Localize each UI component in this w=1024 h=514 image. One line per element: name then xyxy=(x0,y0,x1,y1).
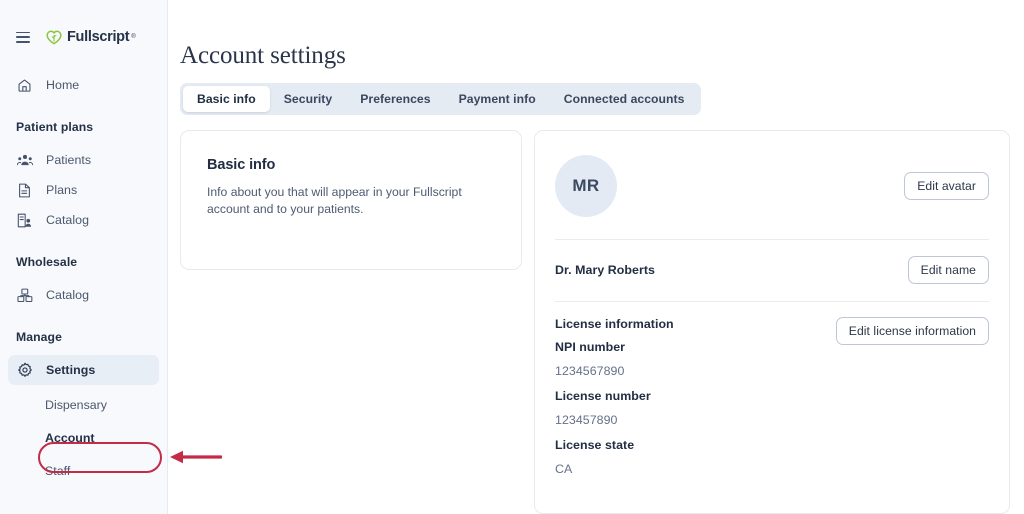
patients-icon xyxy=(16,152,33,169)
sidebar-item-settings[interactable]: Settings xyxy=(8,355,159,385)
edit-avatar-button[interactable]: Edit avatar xyxy=(904,172,989,200)
tab-preferences[interactable]: Preferences xyxy=(346,86,444,112)
sidebar-item-plans-label: Plans xyxy=(46,183,78,197)
brand-trademark: ® xyxy=(131,34,136,40)
sidebar-group-wholesale: Wholesale xyxy=(16,255,78,269)
sidebar-item-catalog-patient-label: Catalog xyxy=(46,213,90,227)
main-content: Account settings Basic info Security Pre… xyxy=(168,0,1024,514)
app-root: Fullscript ® Home Patient plans Patients xyxy=(0,0,1024,514)
sidebar-subitem-staff[interactable]: Staff xyxy=(8,458,159,484)
sidebar-subitem-dispensary-label: Dispensary xyxy=(45,398,107,412)
npi-number-label: NPI number xyxy=(555,340,626,354)
sidebar-item-patients-label: Patients xyxy=(46,153,92,167)
avatar: MR xyxy=(555,155,617,217)
basic-info-description: Info about you that will appear in your … xyxy=(207,185,462,217)
edit-name-button[interactable]: Edit name xyxy=(907,256,989,284)
sidebar-item-plans[interactable]: Plans xyxy=(8,175,159,205)
user-name: Dr. Mary Roberts xyxy=(555,263,655,277)
avatar-row: MR Edit avatar xyxy=(555,131,989,239)
license-information-section: License information NPI number 123456789… xyxy=(555,302,989,476)
license-state-value: CA xyxy=(555,462,573,476)
tab-bar: Basic info Security Preferences Payment … xyxy=(180,83,702,115)
brand[interactable]: Fullscript ® xyxy=(46,29,136,45)
page-title: Account settings xyxy=(180,42,346,69)
fullscript-leaf-logo xyxy=(46,30,62,45)
sidebar-item-home[interactable]: Home xyxy=(8,70,159,100)
tab-security[interactable]: Security xyxy=(270,86,347,112)
sidebar-group-manage: Manage xyxy=(16,330,62,344)
tab-basic-info[interactable]: Basic info xyxy=(183,86,270,112)
sidebar-header: Fullscript ® xyxy=(0,22,167,52)
sidebar-item-catalog-patient[interactable]: Catalog xyxy=(8,205,159,235)
boxes-icon xyxy=(16,287,33,304)
tab-payment-info[interactable]: Payment info xyxy=(445,86,550,112)
sidebar-item-settings-label: Settings xyxy=(46,363,96,377)
sidebar-subitem-account-label: Account xyxy=(45,431,95,445)
sidebar-item-catalog-wholesale[interactable]: Catalog xyxy=(8,280,159,310)
brand-name: Fullscript xyxy=(67,29,130,45)
license-number-label: License number xyxy=(555,389,651,403)
sidebar: Fullscript ® Home Patient plans Patients xyxy=(0,0,168,514)
sidebar-item-patients[interactable]: Patients xyxy=(8,145,159,175)
license-state-label: License state xyxy=(555,438,635,452)
npi-number-value: 1234567890 xyxy=(555,364,625,378)
license-header-row: License information NPI number 123456789… xyxy=(555,317,989,476)
edit-license-information-button[interactable]: Edit license information xyxy=(835,317,989,345)
profile-card: MR Edit avatar Dr. Mary Roberts Edit nam… xyxy=(534,130,1010,514)
hamburger-icon[interactable] xyxy=(16,31,30,43)
name-row: Dr. Mary Roberts Edit name xyxy=(555,240,989,301)
tab-connected-accounts[interactable]: Connected accounts xyxy=(550,86,699,112)
sidebar-subitem-dispensary[interactable]: Dispensary xyxy=(8,392,159,418)
sidebar-subitem-account[interactable]: Account xyxy=(8,425,159,451)
sidebar-item-home-label: Home xyxy=(46,78,80,92)
license-number-value: 123457890 xyxy=(555,413,618,427)
catalog-person-icon xyxy=(16,212,33,229)
gear-icon xyxy=(16,362,33,379)
basic-info-heading: Basic info xyxy=(207,157,276,173)
sidebar-item-catalog-wholesale-label: Catalog xyxy=(46,288,90,302)
license-information-heading: License information xyxy=(555,317,674,331)
sidebar-subitem-staff-label: Staff xyxy=(45,464,71,478)
sidebar-group-patient-plans: Patient plans xyxy=(16,120,94,134)
home-icon xyxy=(16,77,33,94)
document-icon xyxy=(16,182,33,199)
basic-info-card: Basic info Info about you that will appe… xyxy=(180,130,522,270)
cards-container: Basic info Info about you that will appe… xyxy=(180,130,1010,514)
